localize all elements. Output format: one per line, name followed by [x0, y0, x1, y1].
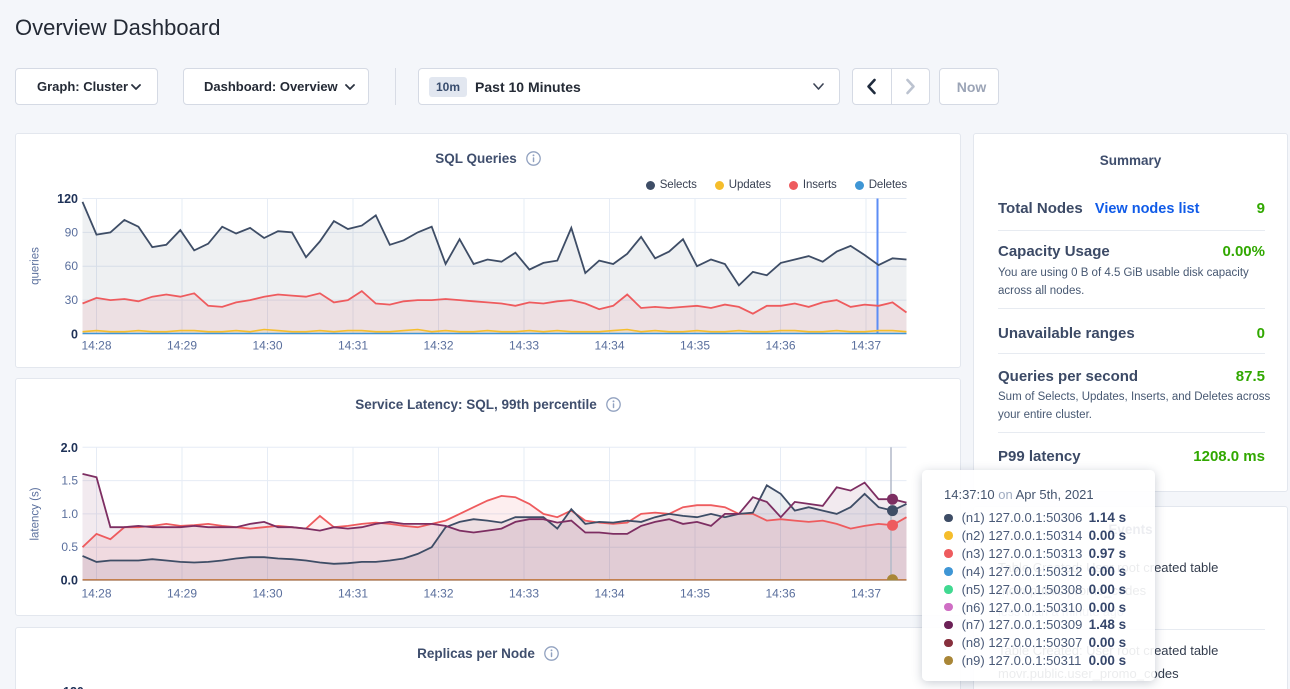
svg-text:2.0: 2.0 — [61, 441, 78, 455]
svg-text:queries: queries — [30, 247, 42, 285]
svg-text:latency (s): latency (s) — [30, 487, 42, 540]
svg-text:14:32: 14:32 — [423, 339, 453, 353]
svg-text:0.0: 0.0 — [61, 574, 78, 588]
svg-text:14:28: 14:28 — [81, 587, 111, 601]
svg-text:120: 120 — [57, 192, 78, 206]
svg-text:0: 0 — [71, 328, 78, 342]
svg-text:14:36: 14:36 — [765, 587, 795, 601]
svg-text:30: 30 — [65, 293, 79, 307]
svg-text:14:35: 14:35 — [680, 587, 710, 601]
svg-text:14:31: 14:31 — [338, 587, 368, 601]
svg-text:1.0: 1.0 — [61, 507, 78, 521]
svg-text:14:29: 14:29 — [167, 587, 197, 601]
svg-text:14:30: 14:30 — [252, 339, 282, 353]
svg-text:14:29: 14:29 — [167, 339, 197, 353]
svg-text:90: 90 — [65, 225, 79, 239]
svg-text:14:33: 14:33 — [509, 587, 539, 601]
svg-text:14:35: 14:35 — [680, 339, 710, 353]
svg-text:14:36: 14:36 — [765, 339, 795, 353]
svg-text:14:30: 14:30 — [252, 587, 282, 601]
svg-text:14:31: 14:31 — [338, 339, 368, 353]
svg-text:14:34: 14:34 — [594, 339, 624, 353]
svg-text:1.5: 1.5 — [61, 474, 78, 488]
svg-text:14:28: 14:28 — [81, 339, 111, 353]
svg-text:0.5: 0.5 — [61, 540, 78, 554]
svg-text:14:34: 14:34 — [594, 587, 624, 601]
svg-text:14:32: 14:32 — [423, 587, 453, 601]
svg-text:14:37: 14:37 — [851, 339, 881, 353]
svg-text:14:37: 14:37 — [851, 587, 881, 601]
svg-text:14:33: 14:33 — [509, 339, 539, 353]
svg-text:60: 60 — [65, 259, 79, 273]
